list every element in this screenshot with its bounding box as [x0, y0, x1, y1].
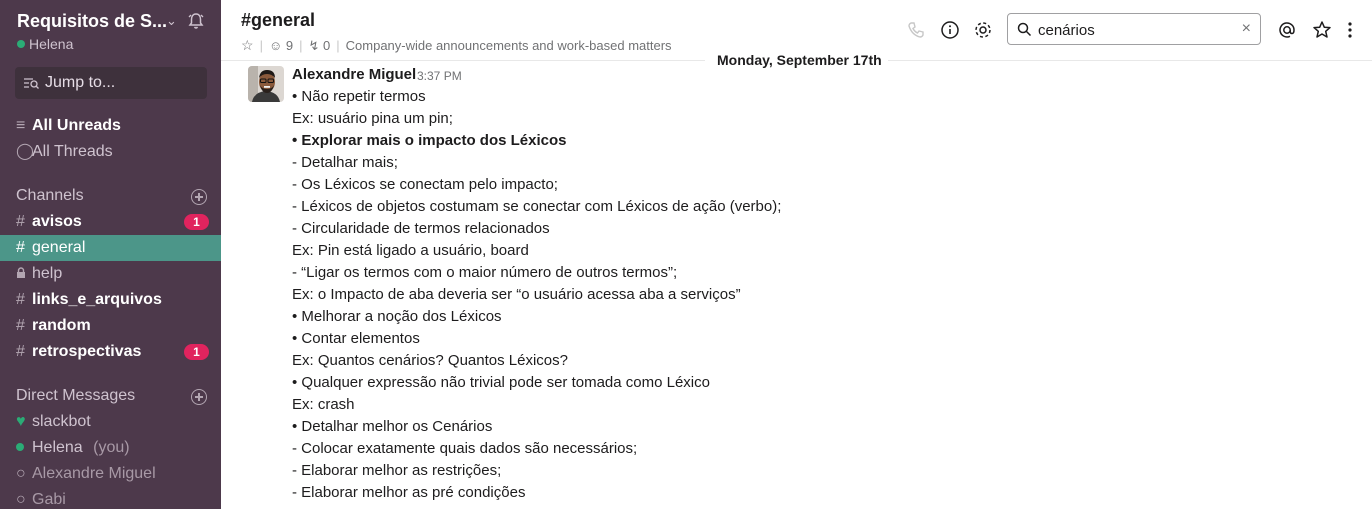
presence-icon: [16, 435, 32, 461]
dm-label: Alexandre Miguel: [32, 465, 156, 482]
channel-label: random: [32, 317, 91, 334]
phone-icon[interactable]: [906, 20, 926, 40]
message-line: • Qualquer expressão não trivial pode se…: [292, 374, 710, 391]
sidebar: Requisitos de S... ⌄ Helena Jump to... ≡…: [0, 0, 221, 509]
message-line: Ex: o Impacto de aba deveria ser “o usuá…: [292, 286, 741, 303]
gear-icon[interactable]: [973, 20, 993, 40]
dm-item-gabi[interactable]: ○ Gabi: [0, 487, 221, 509]
mentions-icon[interactable]: [1277, 20, 1297, 40]
starred-items-icon[interactable]: [1312, 20, 1332, 40]
channel-label: general: [32, 239, 86, 256]
heart-icon: ♥: [16, 413, 26, 430]
message-line: - Circularidade de termos relacionados: [292, 220, 550, 237]
message-body: • Não repetir termos Ex: usuário pina um…: [292, 86, 781, 504]
message-line: - Elaborar melhor as pré condições: [292, 484, 526, 501]
sidebar-item-general[interactable]: # general: [0, 235, 221, 261]
dm-item-alexandre-miguel[interactable]: ○ Alexandre Miguel: [0, 461, 221, 487]
sidebar-item-help[interactable]: help: [0, 261, 221, 287]
channel-hash-icon: #: [16, 291, 25, 308]
pin-count[interactable]: 0: [323, 38, 330, 53]
workspace-name[interactable]: Requisitos de S...: [17, 11, 167, 32]
channel-meta: ☆ | ☺ 9 | ↯ 0 | Company-wide announcements and…: [241, 37, 672, 53]
jump-to-label: Jump to...: [45, 74, 116, 91]
message-line: • Melhorar a noção dos Léxicos: [292, 308, 502, 325]
presence-icon: [17, 40, 25, 49]
search-value: cenários: [1038, 22, 1095, 39]
star-icon[interactable]: ☆: [241, 37, 254, 53]
dm-item-helena[interactable]: Helena (you): [0, 435, 221, 461]
current-user[interactable]: Helena: [17, 36, 73, 52]
sidebar-item-retrospectivas[interactable]: # retrospectivas 1: [0, 339, 221, 365]
chevron-down-icon[interactable]: ⌄: [166, 13, 177, 29]
avatar[interactable]: [248, 66, 284, 102]
message-line: - Elaborar melhor as restrições;: [292, 462, 502, 479]
channel-label: retrospectivas: [32, 343, 142, 360]
more-options-icon[interactable]: [1342, 20, 1358, 40]
channel-label: links_e_arquivos: [32, 291, 162, 308]
channel-hash-icon: #: [16, 343, 25, 360]
sidebar-item-random[interactable]: # random: [0, 313, 221, 339]
channel-purpose: Company-wide announcements and work-base…: [345, 38, 672, 53]
dm-label: slackbot: [32, 413, 91, 430]
all-unreads-icon: ≡: [16, 117, 26, 134]
all-threads-label: All Threads: [32, 143, 113, 160]
jump-to-icon: [24, 78, 39, 89]
message-line: • Contar elementos: [292, 330, 420, 347]
dm-label: Gabi: [32, 491, 66, 508]
message-line: - Colocar exatamente quais dados são nec…: [292, 440, 638, 457]
message-line: Ex: crash: [292, 396, 355, 413]
channel-label: help: [32, 265, 63, 282]
channels-heading[interactable]: Channels: [16, 187, 84, 205]
add-channel-icon[interactable]: [191, 189, 207, 205]
lock-icon: [16, 261, 32, 287]
dm-item-slackbot[interactable]: ♥ slackbot: [0, 409, 221, 435]
channel-hash-icon: #: [16, 213, 25, 230]
message-timestamp[interactable]: 3:37 PM: [417, 69, 462, 83]
message-line: - Detalhar mais;: [292, 154, 398, 171]
channel-header: #general ☆ | ☺ 9 | ↯ 0 | Company-wide announce…: [221, 0, 1372, 60]
info-icon[interactable]: [940, 20, 960, 40]
channel-hash-icon: #: [16, 239, 25, 256]
member-count[interactable]: 9: [286, 38, 293, 53]
current-user-name: Helena: [29, 36, 74, 52]
clear-search-icon[interactable]: ×: [1242, 20, 1251, 38]
direct-messages-heading[interactable]: Direct Messages: [16, 387, 135, 405]
notification-bell-icon[interactable]: [186, 11, 206, 31]
message-line: - “Ligar os termos com o maior número de…: [292, 264, 678, 281]
all-threads[interactable]: ◯All Threads: [0, 139, 221, 165]
message-line: • Detalhar melhor os Cenários: [292, 418, 493, 435]
away-presence-icon: ○: [16, 491, 26, 508]
add-dm-icon[interactable]: [191, 389, 207, 405]
dm-label: Helena: [32, 439, 83, 456]
threads-icon: ◯: [16, 143, 34, 160]
header-divider: [221, 60, 705, 61]
date-divider: Monday, September 17th: [717, 52, 882, 68]
header-divider: [888, 60, 1372, 61]
dm-you-suffix: (you): [93, 439, 130, 456]
channel-hash-icon: #: [16, 317, 25, 334]
message-line: Ex: Quantos cenários? Quantos Léxicos?: [292, 352, 568, 369]
unread-badge: 1: [184, 344, 209, 360]
sidebar-item-avisos[interactable]: # avisos 1: [0, 209, 221, 235]
channel-label: avisos: [32, 213, 82, 230]
sidebar-item-links-e-arquivos[interactable]: # links_e_arquivos: [0, 287, 221, 313]
jump-to-button[interactable]: Jump to...: [15, 67, 207, 99]
unread-badge: 1: [184, 214, 209, 230]
message-author[interactable]: Alexandre Miguel: [292, 66, 416, 83]
all-unreads-label: All Unreads: [32, 117, 121, 134]
message-line: Ex: Pin está ligado a usuário, board: [292, 242, 529, 259]
all-unreads[interactable]: ≡ All Unreads: [0, 113, 221, 139]
message-line: - Léxicos de objetos costumam se conecta…: [292, 198, 782, 215]
channel-title[interactable]: #general: [241, 10, 315, 31]
message-line: • Não repetir termos: [292, 88, 426, 105]
message-line: • Explorar mais o impacto dos Léxicos: [292, 132, 567, 149]
message-line: Ex: usuário pina um pin;: [292, 110, 453, 127]
search-icon: [1017, 22, 1032, 37]
search-input[interactable]: cenários ×: [1007, 13, 1261, 45]
members-icon[interactable]: ☺: [269, 38, 282, 53]
away-presence-icon: ○: [16, 465, 26, 482]
pin-icon[interactable]: ↯: [308, 38, 319, 53]
message-line: - Os Léxicos se conectam pelo impacto;: [292, 176, 558, 193]
